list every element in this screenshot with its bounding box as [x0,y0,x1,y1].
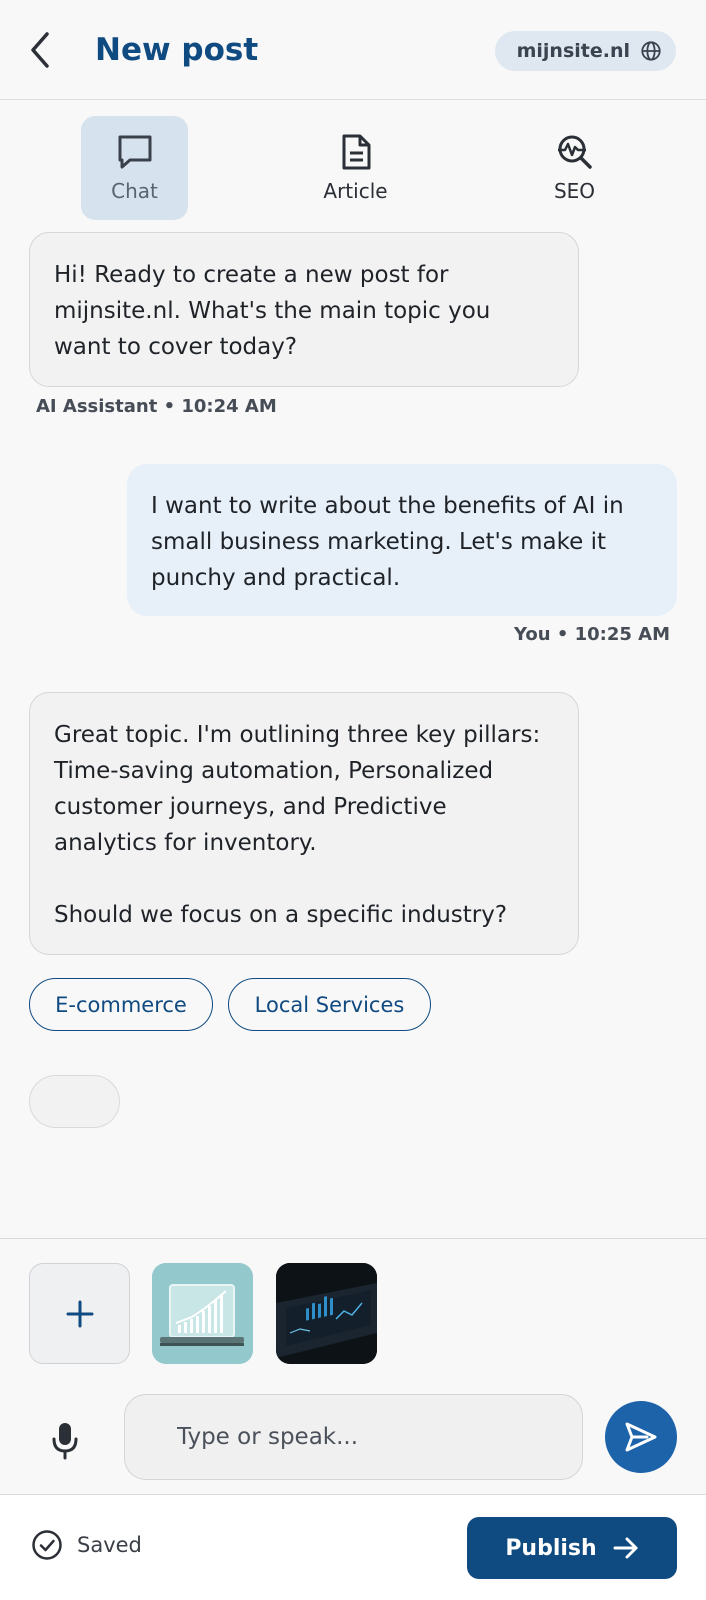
tab-label: Chat [111,179,158,203]
plus-icon [66,1300,93,1327]
attachment-thumbnail[interactable] [152,1263,253,1364]
composer [0,1238,706,1494]
message-meta: You • 10:25 AM [513,624,670,645]
document-icon [342,134,370,170]
quick-reply-ecommerce[interactable]: E-commerce [29,978,213,1031]
message-input[interactable] [124,1394,583,1480]
tab-seo[interactable]: SEO [521,116,628,220]
chat-bubble-icon [118,135,151,169]
site-label: mijnsite.nl [516,40,630,62]
ai-message: Hi! Ready to create a new post for mijns… [29,232,579,387]
chevron-left-icon [31,32,49,68]
save-status: Saved [31,1529,142,1561]
microphone-icon [52,1423,78,1460]
ai-message: Great topic. I'm outlining three key pil… [29,692,579,955]
arrow-right-icon [613,1537,638,1559]
laptop-growth-chart-image [152,1263,253,1364]
tab-article[interactable]: Article [302,116,409,220]
user-message: I want to write about the benefits of AI… [127,464,677,616]
site-selector[interactable]: mijnsite.nl [494,31,676,71]
send-icon [625,1422,657,1452]
quick-reply-local-services[interactable]: Local Services [228,978,431,1031]
tab-label: Article [323,179,388,203]
send-button[interactable] [605,1401,677,1473]
seo-analytics-icon [557,135,592,169]
tab-chat[interactable]: Chat [81,116,188,220]
globe-icon [641,41,661,61]
app-header: New post mijnsite.nl [0,0,706,100]
publish-label: Publish [505,1535,597,1561]
publish-button[interactable]: Publish [467,1517,677,1579]
save-status-label: Saved [77,1533,142,1557]
back-button[interactable] [22,28,58,72]
microphone-button[interactable] [46,1416,84,1464]
page-title: New post [95,32,259,68]
add-attachment-button[interactable] [29,1263,130,1364]
attachment-thumbnail[interactable] [276,1263,377,1364]
footer-bar: Saved Publish [0,1494,706,1600]
dark-analytics-dashboard-image [276,1263,377,1364]
message-meta: AI Assistant • 10:24 AM [36,396,277,417]
typing-indicator [29,1075,120,1128]
mode-tabs: Chat Article SEO [0,116,706,220]
tab-label: SEO [553,179,596,203]
check-circle-icon [32,1530,62,1560]
